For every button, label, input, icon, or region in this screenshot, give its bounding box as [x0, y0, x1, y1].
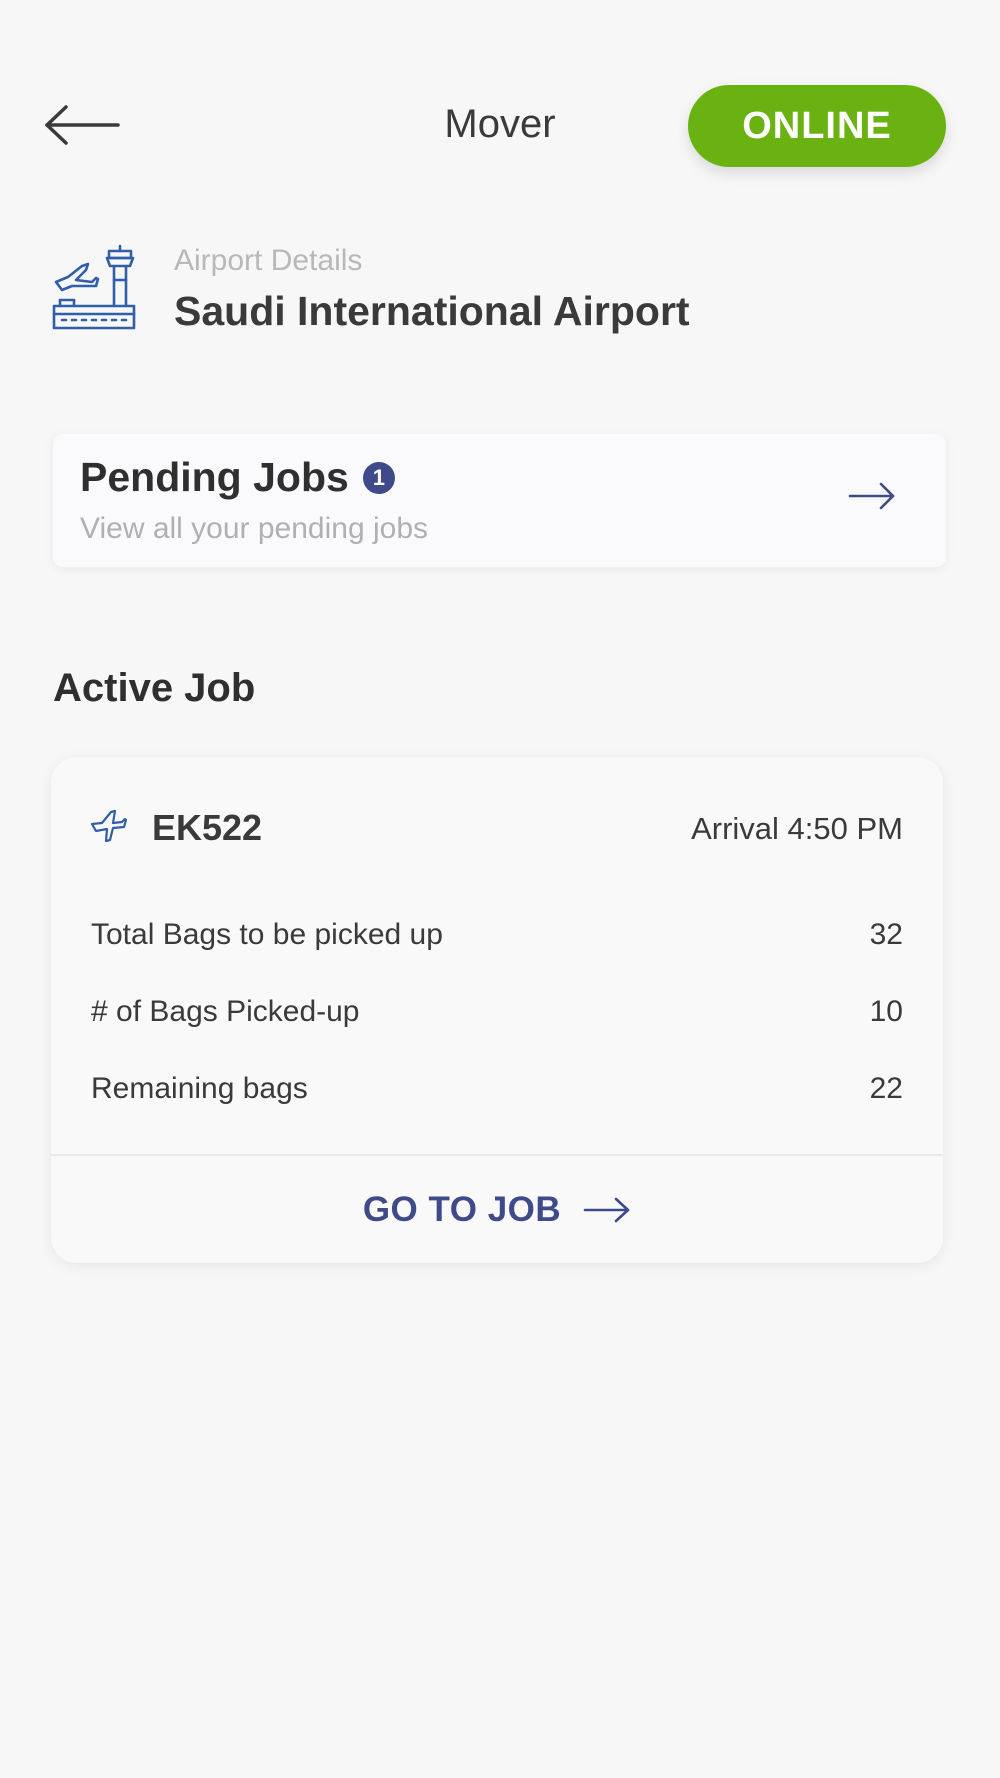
job-row-label: Total Bags to be picked up: [91, 918, 443, 951]
pending-jobs-title-text: Pending Jobs: [80, 454, 349, 500]
online-status-button[interactable]: ONLINE: [688, 85, 946, 167]
go-to-job-label: GO TO JOB: [362, 1189, 562, 1229]
job-row-bags-picked-up: # of Bags Picked-up 10: [91, 992, 903, 1032]
pending-jobs-title: Pending Jobs 1: [80, 454, 395, 501]
job-row-value: 10: [869, 995, 903, 1028]
job-row-total-bags: Total Bags to be picked up 32: [91, 915, 903, 955]
arrow-right-icon: [848, 482, 895, 510]
airport-tower-icon: [52, 244, 136, 330]
arrow-right-icon: [583, 1197, 630, 1222]
pending-jobs-subtitle: View all your pending jobs: [80, 512, 429, 545]
arrival-time: Arrival 4:50 PM: [691, 811, 903, 846]
pending-jobs-count-badge: 1: [362, 461, 395, 494]
flight-number: EK522: [152, 807, 263, 848]
job-row-label: # of Bags Picked-up: [91, 995, 360, 1028]
airport-details: Airport Details Saudi International Airp…: [52, 244, 952, 344]
job-row-value: 22: [869, 1072, 903, 1105]
job-row-label: Remaining bags: [91, 1072, 308, 1105]
airplane-icon: [90, 809, 127, 843]
airport-details-label: Airport Details: [174, 244, 363, 277]
go-to-job-button[interactable]: GO TO JOB: [51, 1156, 943, 1263]
active-job-card: EK522 Arrival 4:50 PM Total Bags to be p…: [51, 757, 943, 1263]
app-header: Mover ONLINE: [0, 0, 1000, 180]
pending-jobs-card[interactable]: Pending Jobs 1 View all your pending job…: [53, 434, 946, 567]
job-row-value: 32: [869, 918, 903, 951]
airport-name: Saudi International Airport: [174, 288, 690, 334]
active-job-heading: Active Job: [53, 666, 256, 710]
job-row-remaining-bags: Remaining bags 22: [91, 1069, 903, 1109]
